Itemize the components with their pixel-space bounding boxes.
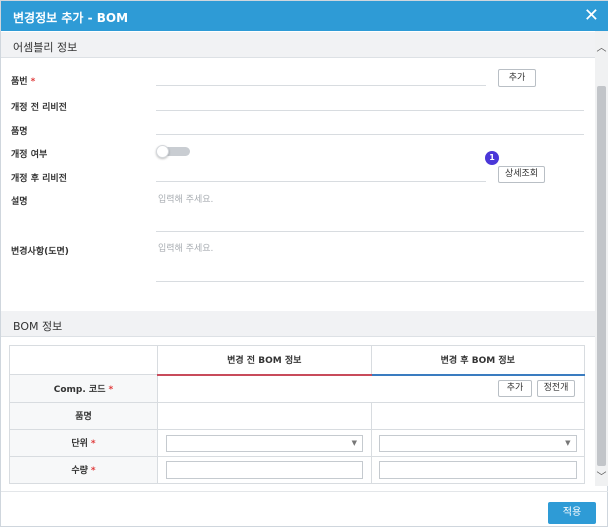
change-input[interactable]: 입력해 주세요.	[158, 241, 213, 254]
chevron-down-icon: ▼	[351, 438, 357, 447]
apply-button[interactable]: 적용	[548, 502, 596, 524]
bom-change-dialog: 변경정보 추가 - BOM ✕ 어셈블리 정보 품번 * 추가 개정 전 리비전 …	[0, 0, 608, 527]
comp-add-button[interactable]: 추가	[498, 379, 532, 397]
description-label: 설명	[11, 197, 28, 207]
bom-part-name-label: 품명	[9, 401, 158, 430]
qty-after-input[interactable]	[378, 460, 577, 479]
vertical-scrollbar[interactable]: ︿ ﹀	[595, 31, 608, 486]
part-name-before	[157, 401, 372, 430]
comp-code-cell: 추가 정전개	[157, 374, 585, 403]
chevron-up-icon[interactable]: ︿	[596, 39, 607, 54]
qty-before-cell	[157, 455, 372, 484]
unit-label: 단위 *	[9, 428, 158, 457]
col-after-header: 변경 후 BOM 정보	[370, 345, 585, 376]
footer-divider	[1, 491, 608, 492]
rev-before-value	[156, 110, 584, 111]
toggle-knob	[156, 145, 169, 158]
corner-cell	[9, 345, 158, 375]
revise-label: 개정 여부	[11, 150, 48, 160]
part-name-value	[156, 134, 584, 135]
scrollbar-thumb[interactable]	[597, 86, 606, 466]
table-header-row: 변경 전 BOM 정보 변경 후 BOM 정보	[9, 345, 585, 376]
assembly-section-header: 어셈블리 정보	[1, 32, 595, 58]
required-mark: *	[108, 384, 114, 395]
bom-section-header: BOM 정보	[1, 311, 595, 337]
change-label: 변경사항(도면)	[11, 247, 69, 257]
unit-after-cell: ▼	[370, 428, 585, 457]
table-row: Comp. 코드 * 추가 정전개	[9, 374, 585, 403]
part-name-label: 품명	[11, 127, 28, 137]
table-row: 수량 *	[9, 455, 585, 484]
comp-code-label: Comp. 코드 *	[9, 374, 158, 403]
bom-table: 변경 전 BOM 정보 변경 후 BOM 정보 Comp. 코드 * 추가 정전개…	[9, 345, 585, 484]
table-row: 품명	[9, 401, 585, 430]
dialog-title: 변경정보 추가 - BOM	[13, 11, 129, 25]
part-no-add-button[interactable]: 추가	[498, 69, 536, 87]
unit-after-select[interactable]: ▼	[378, 434, 577, 452]
rev-after-label: 개정 후 리비전	[11, 174, 67, 184]
part-no-label: 품번 *	[11, 77, 36, 87]
required-mark: *	[90, 439, 96, 449]
part-name-after	[370, 401, 585, 430]
required-mark: *	[30, 77, 36, 87]
qty-before-input[interactable]	[166, 460, 363, 479]
title-bar: 변경정보 추가 - BOM ✕	[1, 1, 608, 31]
close-icon[interactable]: ✕	[584, 5, 599, 26]
qty-label: 수량 *	[9, 455, 158, 484]
rev-after-field[interactable]	[156, 181, 486, 182]
part-no-field[interactable]	[156, 85, 486, 86]
step-badge: 1	[485, 151, 499, 165]
chevron-down-icon[interactable]: ﹀	[596, 468, 607, 483]
rev-before-label: 개정 전 리비전	[11, 103, 67, 113]
revise-toggle[interactable]	[156, 145, 190, 158]
unit-before-select[interactable]: ▼	[166, 434, 363, 452]
chevron-down-icon: ▼	[565, 438, 571, 447]
assembly-section-title: 어셈블리 정보	[13, 41, 78, 54]
comp-explode-button[interactable]: 정전개	[537, 379, 575, 397]
unit-before-cell: ▼	[157, 428, 372, 457]
change-underline	[156, 281, 584, 282]
detail-search-button[interactable]: 상세조회	[498, 166, 545, 183]
required-mark: *	[90, 466, 96, 476]
description-underline	[156, 231, 584, 232]
col-before-header: 변경 전 BOM 정보	[157, 345, 372, 376]
qty-after-cell	[370, 455, 585, 484]
description-input[interactable]: 입력해 주세요.	[158, 192, 213, 205]
bom-section-title: BOM 정보	[13, 320, 63, 333]
table-row: 단위 * ▼ ▼	[9, 428, 585, 457]
